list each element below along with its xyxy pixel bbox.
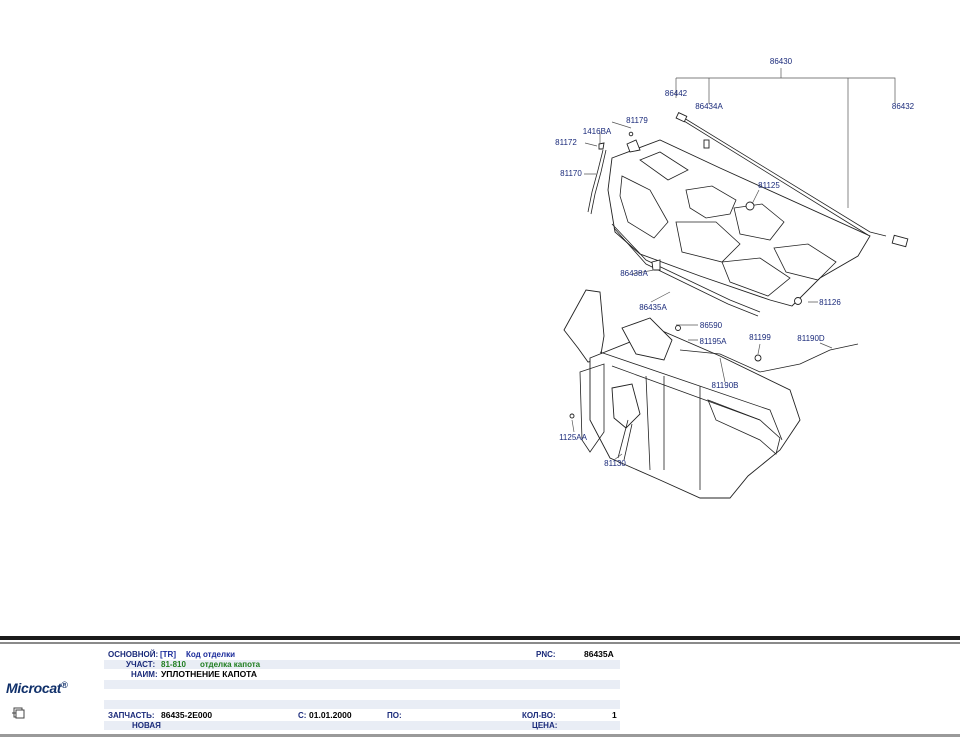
qty-value: 1 (612, 710, 617, 720)
callout-81195A[interactable]: 81195A (700, 337, 728, 346)
info-row-section: УЧАСТ: 81-810 отделка капота (104, 660, 620, 669)
price-label: ЦЕНА: (532, 721, 558, 730)
from-label: С: (298, 711, 307, 720)
exploded-view-svg: 86430 86442 86434A 86432 81179 1416BA 81… (555, 57, 915, 499)
callout-81126[interactable]: 81126 (819, 298, 841, 307)
section-value: отделка капота (200, 660, 261, 669)
page-icon[interactable] (11, 706, 25, 719)
divider (0, 636, 960, 640)
callout-86435A[interactable]: 86435A (639, 303, 667, 312)
divider (0, 642, 960, 644)
section-code: 81-810 (161, 660, 186, 669)
section-label: УЧАСТ: (126, 660, 156, 669)
info-row-status: НОВАЯ ЦЕНА: (104, 721, 620, 730)
info-row-blank (104, 700, 620, 709)
base-value: Код отделки (186, 650, 235, 659)
callout-86442[interactable]: 86442 (665, 89, 688, 98)
part-number[interactable]: 86435-2E000 (161, 711, 212, 720)
from-date: 01.01.2000 (309, 710, 352, 720)
callout-81190B[interactable]: 81190B (712, 381, 739, 390)
callout-81130[interactable]: 81130 (604, 459, 626, 468)
name-label: НАИМ: (131, 670, 158, 679)
callout-81125[interactable]: 81125 (758, 181, 780, 190)
part-info-panel: Microcat® ОСНОВНОЙ: [TR] Код отделки PNC… (0, 636, 960, 737)
hood-insulator (607, 139, 871, 307)
callout-1125AA[interactable]: 1125AA (559, 433, 588, 442)
callout-81172[interactable]: 81172 (555, 138, 577, 147)
callout-81170[interactable]: 81170 (560, 169, 582, 178)
part-label: ЗАПЧАСТЬ: (108, 711, 155, 720)
callout-81190D[interactable]: 81190D (797, 334, 825, 343)
callout-1416BA[interactable]: 1416BA (583, 127, 612, 136)
callout-81179[interactable]: 81179 (626, 116, 648, 125)
to-label: ПО: (387, 711, 402, 720)
status-value: НОВАЯ (132, 721, 161, 730)
callout-86432[interactable]: 86432 (892, 102, 915, 111)
callout-81199[interactable]: 81199 (749, 333, 771, 342)
callout-86438A[interactable]: 86438A (620, 269, 648, 278)
parts-diagram: 86430 86442 86434A 86432 81179 1416BA 81… (0, 0, 960, 636)
base-code: [TR] (160, 650, 176, 659)
info-row-blank (104, 690, 620, 699)
callout-86430[interactable]: 86430 (770, 57, 793, 66)
microcat-logo: Microcat® (6, 680, 68, 696)
callout-86590[interactable]: 86590 (700, 321, 723, 330)
name-value: УПЛОТНЕНИЕ КАПОТА (161, 669, 257, 679)
pnc-value: 86435A (584, 649, 614, 659)
base-label: ОСНОВНОЙ: (108, 650, 159, 659)
callout-86434A[interactable]: 86434A (695, 102, 723, 111)
info-row-name: НАИМ: УПЛОТНЕНИЕ КАПОТА (104, 669, 620, 680)
qty-label: КОЛ-ВО: (522, 711, 556, 720)
info-row-part: ЗАПЧАСТЬ: 86435-2E000 С: 01.01.2000 ПО: … (104, 710, 620, 721)
radiator-support (563, 289, 801, 499)
info-row-blank (104, 680, 620, 689)
info-row-base: ОСНОВНОЙ: [TR] Код отделки PNC: 86435A (104, 649, 620, 660)
pnc-label: PNC: (536, 650, 556, 659)
